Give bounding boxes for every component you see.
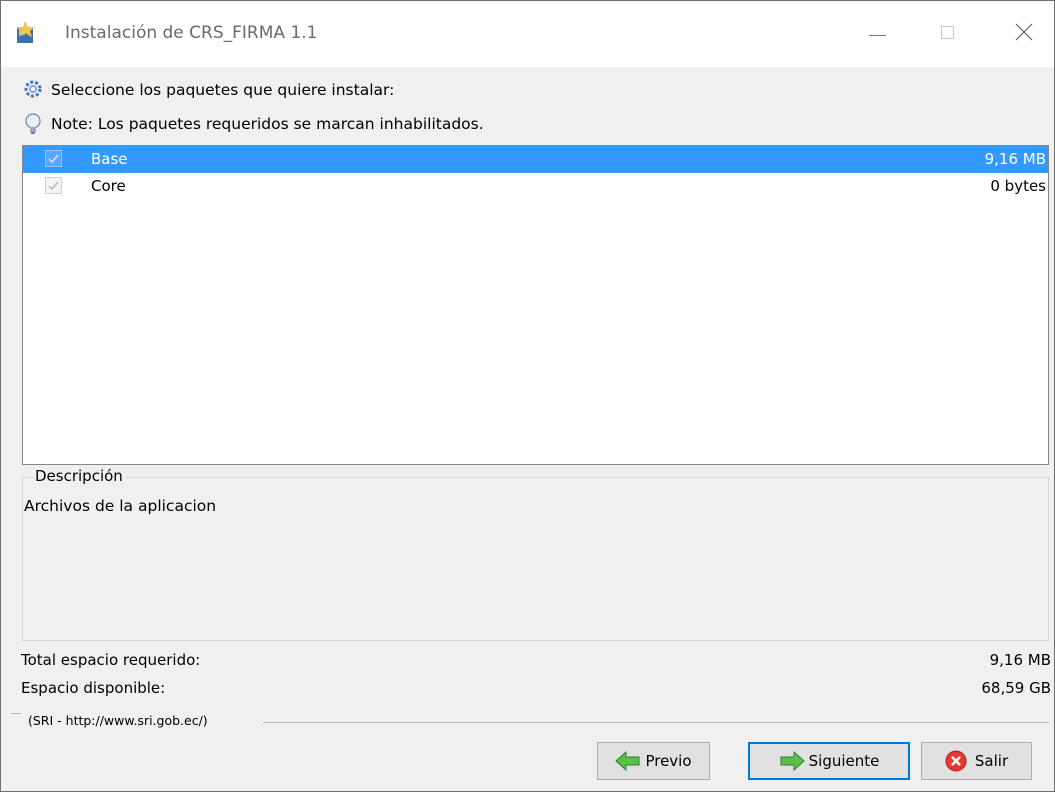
next-button[interactable]: Siguiente	[748, 742, 910, 780]
next-button-label: Siguiente	[808, 752, 880, 770]
package-list[interactable]: Base 9,16 MB Core 0 bytes	[22, 145, 1049, 465]
lightbulb-icon	[23, 113, 45, 135]
check-icon	[48, 154, 59, 164]
select-packages-message: Seleccione los paquetes que quiere insta…	[23, 79, 394, 101]
package-row-core[interactable]: Core 0 bytes	[23, 173, 1048, 200]
available-space-value: 68,59 GB	[981, 679, 1051, 697]
previous-button-label: Previo	[645, 752, 692, 770]
package-size: 9,16 MB	[984, 150, 1046, 168]
package-name: Base	[91, 150, 128, 168]
close-button[interactable]	[995, 1, 1053, 67]
package-checkbox-base	[45, 150, 62, 167]
package-size: 0 bytes	[990, 177, 1046, 195]
installer-app-icon	[15, 21, 37, 45]
gear-icon	[23, 79, 45, 101]
installer-content: Seleccione los paquetes que quiere insta…	[1, 67, 1054, 791]
exit-button-label: Salir	[974, 752, 1009, 770]
installer-window: Instalación de CRS_FIRMA 1.1 Seleccione …	[0, 0, 1055, 792]
exit-x-icon	[945, 750, 971, 772]
required-space-label: Total espacio requerido:	[21, 651, 201, 669]
description-text: Archivos de la aplicacion	[24, 497, 217, 515]
available-space-label: Espacio disponible:	[21, 679, 166, 697]
arrow-right-icon	[779, 750, 805, 772]
arrow-left-icon	[615, 750, 641, 772]
select-packages-label: Seleccione los paquetes que quiere insta…	[51, 81, 395, 99]
vendor-label: (SRI - http://www.sri.gob.ec/)	[28, 713, 208, 728]
maximize-button[interactable]	[919, 1, 977, 67]
check-icon	[48, 181, 59, 191]
description-panel: Descripción Archivos de la aplicacion	[22, 467, 1049, 641]
package-row-base[interactable]: Base 9,16 MB	[23, 146, 1048, 173]
package-name: Core	[91, 177, 126, 195]
required-space-value: 9,16 MB	[989, 651, 1051, 669]
package-checkbox-core	[45, 177, 62, 194]
window-title: Instalación de CRS_FIRMA 1.1	[65, 23, 318, 43]
title-bar: Instalación de CRS_FIRMA 1.1	[1, 1, 1054, 67]
note-label: Note: Los paquetes requeridos se marcan …	[51, 115, 484, 133]
note-message: Note: Los paquetes requeridos se marcan …	[23, 113, 484, 135]
description-legend: Descripción	[33, 467, 125, 485]
previous-button[interactable]: Previo	[597, 742, 710, 780]
minimize-button[interactable]	[849, 1, 907, 67]
exit-button[interactable]: Salir	[921, 742, 1032, 780]
footer-divider	[263, 722, 1049, 723]
close-icon	[1015, 23, 1033, 41]
footer-divider-left	[11, 713, 21, 714]
